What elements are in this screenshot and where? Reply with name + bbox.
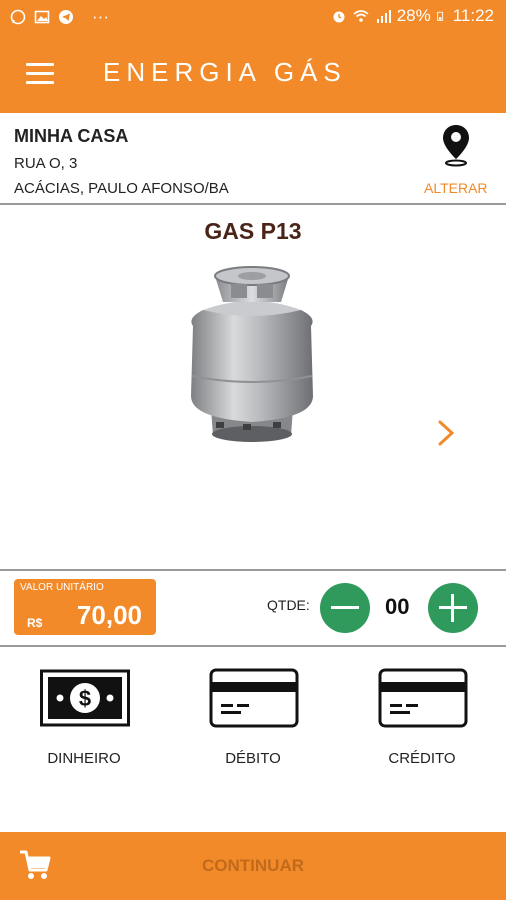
- battery-percent: 28%: [396, 6, 431, 25]
- payment-option-label: DÉBITO: [225, 750, 281, 767]
- change-address-link[interactable]: ALTERAR: [424, 180, 488, 196]
- cash-icon: $: [40, 669, 130, 727]
- gas-cylinder-image: [191, 266, 313, 442]
- divider: [0, 569, 506, 571]
- more-notifications: ···: [92, 7, 109, 26]
- product-name: GAS P13: [204, 218, 302, 244]
- decrease-quantity-button[interactable]: [320, 583, 370, 633]
- address-street: RUA O, 3: [14, 155, 78, 172]
- payment-option-label: DINHEIRO: [47, 750, 121, 767]
- card-icon: [209, 668, 299, 728]
- increase-quantity-button[interactable]: [428, 583, 478, 633]
- payment-option-label: CRÉDITO: [388, 750, 456, 767]
- telegram-icon: [59, 10, 73, 24]
- divider: [0, 645, 506, 647]
- whatsapp-icon: [10, 9, 26, 25]
- menu-icon[interactable]: [26, 63, 54, 84]
- status-right-icons: 28% 11:22: [331, 6, 494, 26]
- status-left-icons: ···: [10, 7, 109, 27]
- clock: 11:22: [452, 6, 494, 25]
- gallery-icon: [34, 10, 50, 24]
- quantity-value: 00: [385, 594, 410, 619]
- alarm-icon: [333, 11, 345, 23]
- app-title: ENERGIA GÁS: [103, 57, 347, 87]
- address-city: ACÁCIAS, PAULO AFONSO/BA: [14, 180, 229, 197]
- unit-price-value: 70,00: [76, 600, 142, 630]
- payment-option-debit[interactable]: DÉBITO: [183, 668, 323, 778]
- minus-icon: [331, 606, 359, 609]
- continue-button[interactable]: CONTINUAR: [0, 832, 506, 900]
- payment-option-cash[interactable]: $ DINHEIRO: [14, 668, 154, 778]
- payment-option-credit[interactable]: CRÉDITO: [352, 668, 492, 778]
- unit-price-label: VALOR UNITÁRIO: [20, 582, 104, 593]
- location-pin-icon[interactable]: [441, 123, 471, 167]
- unit-price-box: VALOR UNITÁRIO R$ 70,00: [14, 579, 156, 635]
- address-name: MINHA CASA: [14, 126, 129, 146]
- card-icon: [378, 668, 468, 728]
- chevron-right-icon[interactable]: [434, 418, 458, 448]
- signal-icon: [376, 10, 391, 23]
- continue-label: CONTINUAR: [202, 856, 304, 875]
- app-bar: ENERGIA GÁS: [0, 33, 506, 113]
- quantity-label: QTDE:: [267, 597, 310, 613]
- delivery-address: MINHA CASA RUA O, 3 ACÁCIAS, PAULO AFONS…: [0, 113, 506, 205]
- currency-symbol: R$: [27, 616, 43, 630]
- svg-text:$: $: [79, 686, 91, 711]
- status-bar: ··· 28% 11:22: [0, 0, 506, 33]
- wifi-icon: [353, 10, 369, 22]
- battery-icon: [436, 11, 443, 21]
